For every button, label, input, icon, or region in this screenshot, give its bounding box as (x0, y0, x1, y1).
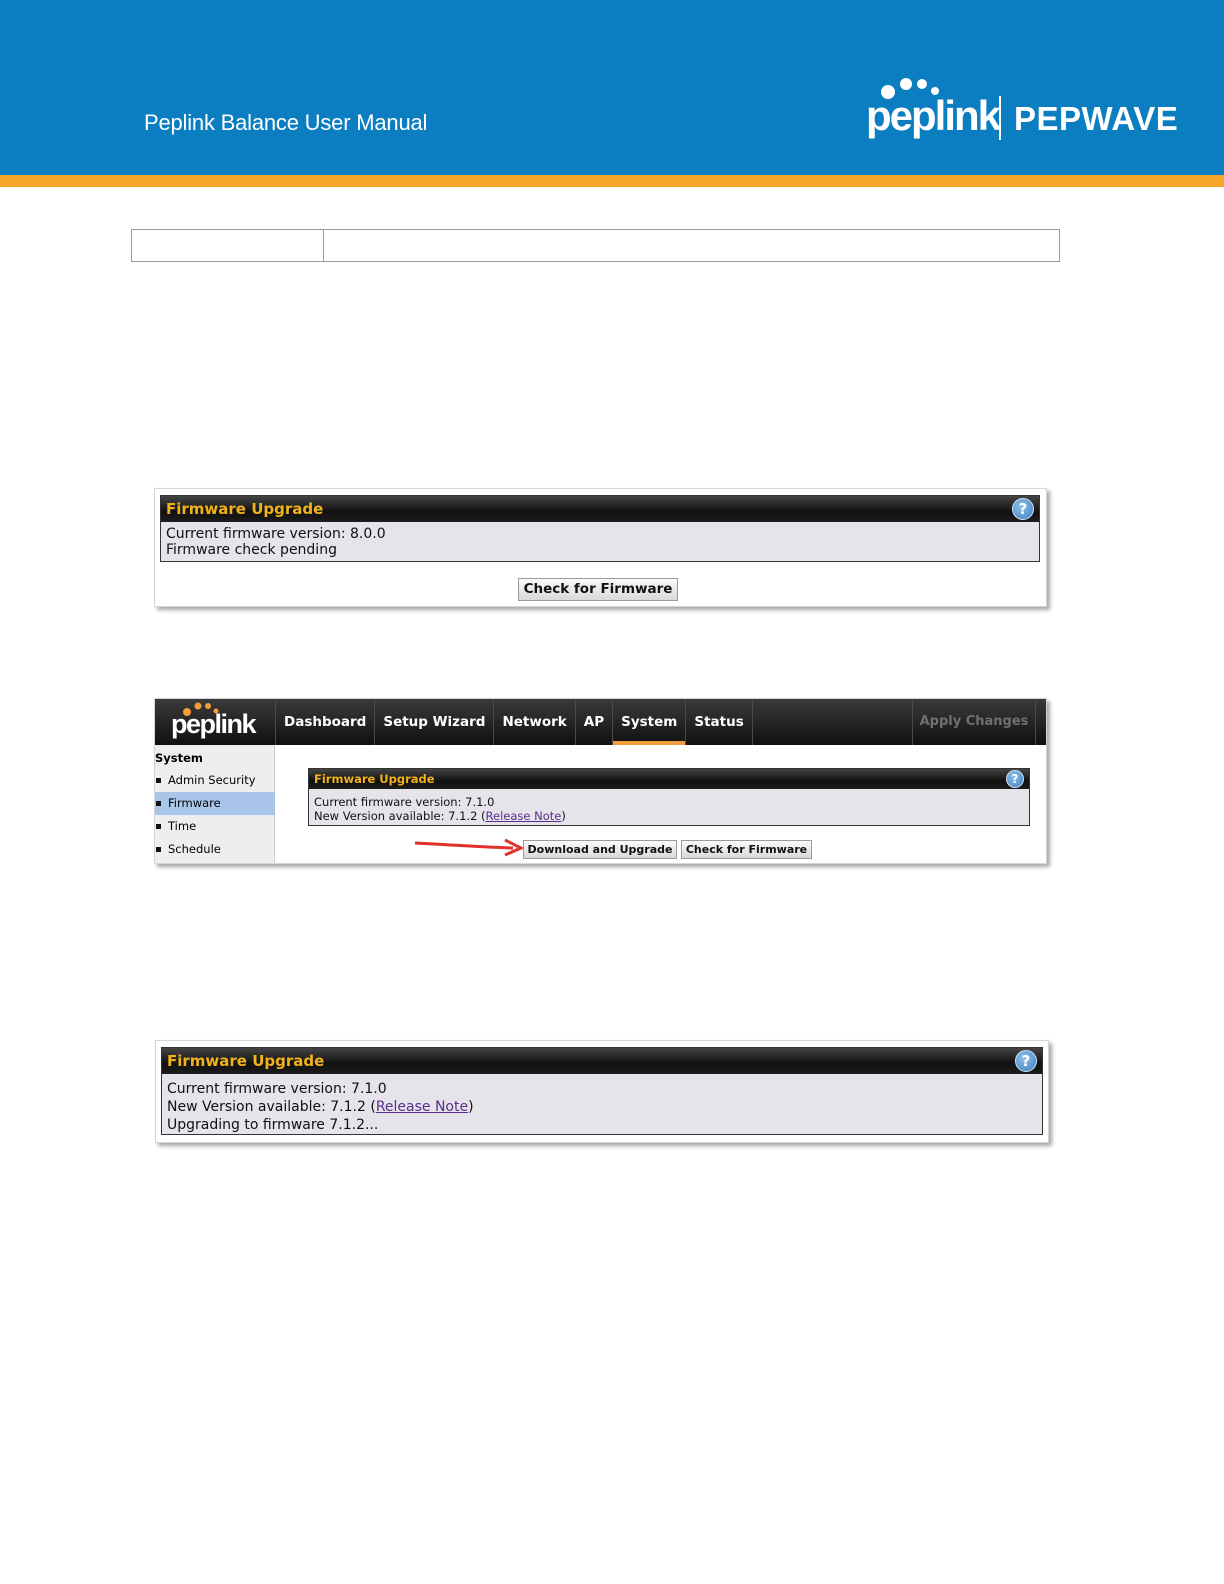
new-version-suffix: ) (468, 1099, 474, 1115)
tab-ap[interactable]: AP (574, 699, 612, 745)
sidebar-item-time[interactable]: Time (155, 815, 275, 838)
firmware-upgrade-box: Firmware Upgrade ? Current firmware vers… (308, 768, 1030, 826)
new-version-prefix: New Version available: 7.1.2 ( (167, 1099, 376, 1115)
screenshot-firmware-check: Firmware Upgrade ? Current firmware vers… (154, 488, 1047, 607)
header-accent-stripe (0, 175, 1224, 187)
sidebar: System Admin Security Firmware Time Sche… (155, 745, 275, 863)
check-for-firmware-button[interactable]: Check for Firmware (518, 578, 678, 601)
firmware-upgrade-header: Firmware Upgrade ? (309, 769, 1029, 789)
release-note-link[interactable]: Release Note (376, 1099, 468, 1115)
tab-status[interactable]: Status (685, 699, 753, 745)
tab-dashboard[interactable]: Dashboard (275, 699, 374, 745)
new-version-suffix: ) (561, 809, 566, 823)
current-version-text: Current firmware version: 7.1.0 (314, 795, 495, 809)
table-cell (324, 230, 1059, 261)
firmware-upgrade-box: Firmware Upgrade ? Current firmware vers… (160, 495, 1040, 562)
apply-changes-button[interactable]: Apply Changes (912, 699, 1036, 745)
tab-system[interactable]: System (612, 699, 686, 745)
upgrading-status-text: Upgrading to firmware 7.1.2... (167, 1117, 379, 1133)
check-for-firmware-button[interactable]: Check for Firmware (681, 840, 812, 859)
manual-title: Peplink Balance User Manual (144, 110, 428, 135)
section-title: Firmware Upgrade (314, 772, 435, 786)
sidebar-item-firmware[interactable]: Firmware (155, 792, 275, 815)
document-table (131, 229, 1060, 262)
help-icon[interactable]: ? (1012, 498, 1034, 520)
release-note-link[interactable]: Release Note (486, 809, 562, 823)
firmware-upgrade-header: Firmware Upgrade ? (162, 1048, 1042, 1074)
current-version-text: Current firmware version: 7.1.0 (167, 1081, 387, 1097)
screenshot-firmware-available: peplink Dashboard Setup Wizard Network A… (154, 698, 1047, 864)
top-navigation-bar: peplink Dashboard Setup Wizard Network A… (155, 699, 1046, 745)
logo-separator (999, 96, 1001, 140)
new-version-prefix: New Version available: 7.1.2 ( (314, 809, 486, 823)
section-title: Firmware Upgrade (167, 1052, 325, 1070)
firmware-upgrade-header: Firmware Upgrade ? (161, 496, 1039, 522)
peplink-logo: peplink (866, 92, 1001, 139)
section-title: Firmware Upgrade (166, 500, 324, 518)
red-arrow-icon (414, 838, 525, 857)
tab-setup-wizard[interactable]: Setup Wizard (374, 699, 493, 745)
sidebar-item-admin-security[interactable]: Admin Security (155, 769, 275, 792)
pepwave-logo: PEPWAVE (1014, 100, 1179, 137)
tab-network[interactable]: Network (493, 699, 574, 745)
new-version-text: New Version available: 7.1.2 (Release No… (309, 809, 1029, 823)
sidebar-item-schedule[interactable]: Schedule (155, 838, 275, 861)
table-cell (132, 230, 324, 261)
nav-tabs: Dashboard Setup Wizard Network AP System… (275, 699, 753, 745)
check-status-text: Firmware check pending (166, 542, 337, 558)
help-icon[interactable]: ? (1006, 770, 1024, 788)
help-icon[interactable]: ? (1015, 1050, 1037, 1072)
page-header-banner: Peplink Balance User Manual peplink PEPW… (0, 0, 1224, 175)
current-version-text: Current firmware version: 8.0.0 (166, 526, 386, 542)
screenshot-firmware-upgrading: Firmware Upgrade ? Current firmware vers… (155, 1040, 1049, 1143)
sidebar-title: System (155, 751, 203, 765)
download-and-upgrade-button[interactable]: Download and Upgrade (523, 840, 677, 859)
peplink-logo[interactable]: peplink (171, 709, 257, 740)
new-version-text: New Version available: 7.1.2 (Release No… (162, 1098, 1042, 1116)
firmware-upgrade-box: Firmware Upgrade ? Current firmware vers… (161, 1047, 1043, 1135)
